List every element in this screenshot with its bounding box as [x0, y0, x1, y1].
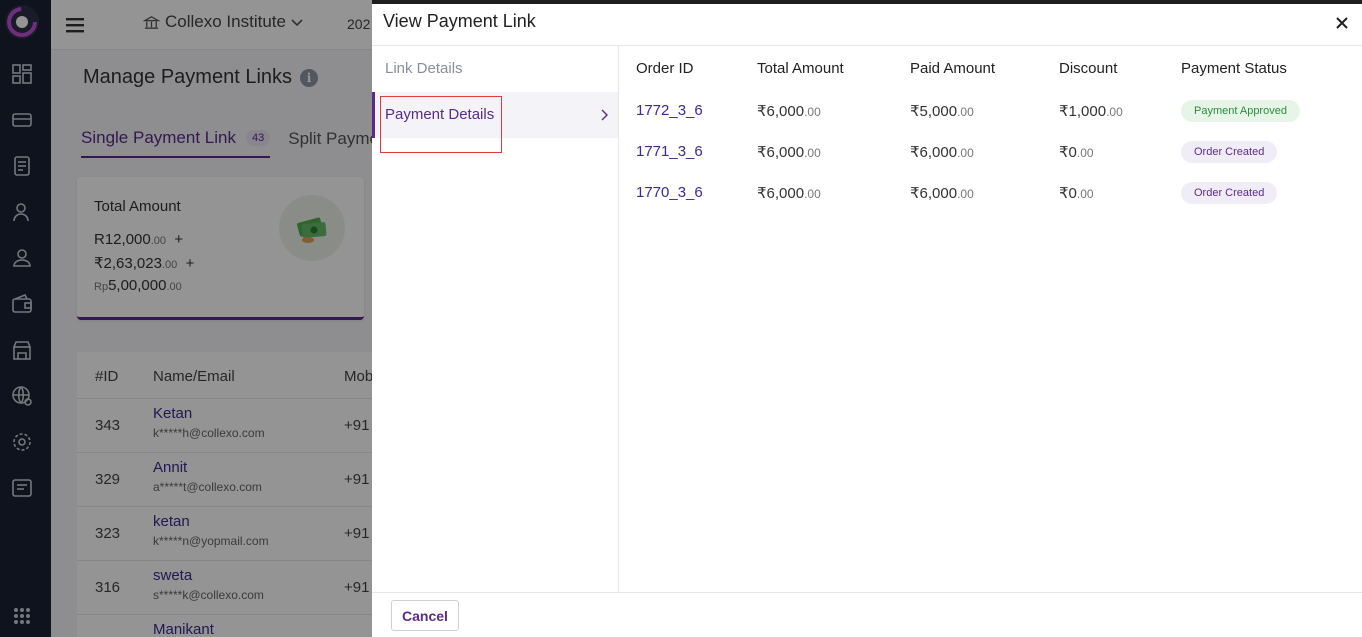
paid-amount-cell: ₹6,000.00 [910, 185, 974, 202]
order-id-link[interactable]: 1771_3_6 [636, 143, 703, 160]
drawer-sidebar: Link Details Payment Details [372, 46, 619, 592]
discount-cell: ₹1,000.00 [1059, 103, 1123, 120]
status-badge: Payment Approved [1181, 100, 1300, 122]
status-badge: Order Created [1181, 182, 1278, 204]
discount-cell: ₹0.00 [1059, 144, 1094, 161]
cancel-button[interactable]: Cancel [391, 600, 459, 631]
drawer-title: View Payment Link [383, 11, 536, 31]
total-amount-cell: ₹6,000.00 [757, 103, 821, 120]
total-amount-cell: ₹6,000.00 [757, 144, 821, 161]
discount-cell: ₹0.00 [1059, 185, 1094, 202]
column-header-paid-amount: Paid Amount [910, 60, 996, 77]
sidebar-item-label: Link Details [385, 60, 463, 77]
chevron-right-icon [601, 109, 608, 121]
column-header-payment-status: Payment Status [1181, 60, 1287, 77]
sidebar-item-label: Payment Details [385, 106, 495, 123]
column-header-total-amount: Total Amount [757, 60, 844, 77]
sidebar-item-payment-details[interactable]: Payment Details [372, 92, 618, 138]
view-payment-link-drawer: View Payment Link Link Details Payment D… [372, 0, 1362, 637]
paid-amount-cell: ₹5,000.00 [910, 103, 974, 120]
sidebar-item-link-details[interactable]: Link Details [372, 46, 618, 92]
status-badge: Order Created [1181, 141, 1278, 163]
order-id-link[interactable]: 1770_3_6 [636, 184, 703, 201]
column-header-order-id: Order ID [636, 60, 694, 77]
drawer-top-border [372, 0, 1362, 4]
divider [372, 592, 1362, 593]
close-icon[interactable] [1334, 15, 1350, 31]
paid-amount-cell: ₹6,000.00 [910, 144, 974, 161]
column-header-discount: Discount [1059, 60, 1118, 77]
total-amount-cell: ₹6,000.00 [757, 185, 821, 202]
order-id-link[interactable]: 1772_3_6 [636, 102, 703, 119]
